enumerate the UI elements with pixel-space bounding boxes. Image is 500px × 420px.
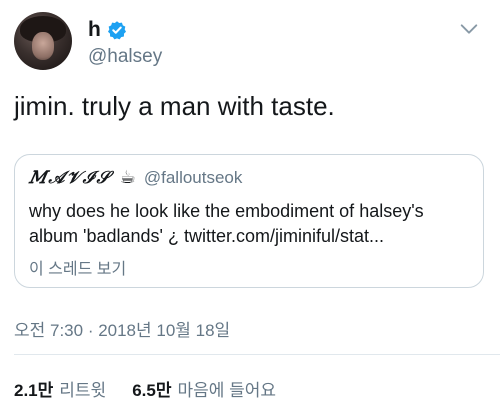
- likes-count: 6.5만: [132, 381, 172, 400]
- avatar-face: [32, 32, 54, 60]
- author-name-row: h: [88, 18, 127, 42]
- quoted-tweet-header: 𝑀𝒜𝒱ℐ𝒮 ☕ @falloutseok: [29, 167, 242, 188]
- retweets-count: 2.1만: [14, 381, 54, 400]
- retweets-label: 리트윗: [59, 381, 107, 400]
- likes-stat[interactable]: 6.5만 마음에 들어요: [132, 376, 276, 401]
- chevron-down-icon[interactable]: [458, 18, 480, 40]
- quoted-tweet-text: why does he look like the embodiment of …: [29, 201, 424, 246]
- verified-badge-icon: [107, 21, 126, 40]
- author-handle[interactable]: @halsey: [88, 46, 162, 68]
- quoted-tweet-card[interactable]: 𝑀𝒜𝒱ℐ𝒮 ☕ @falloutseok why does he look li…: [14, 154, 484, 288]
- tweet-header: h @halsey: [14, 12, 486, 70]
- quoted-display-name: 𝑀𝒜𝒱ℐ𝒮: [29, 167, 112, 188]
- tweet-timestamp[interactable]: 오전 7:30 · 2018년 10월 18일: [14, 316, 230, 341]
- likes-label: 마음에 들어요: [177, 381, 277, 400]
- avatar[interactable]: [14, 12, 72, 70]
- tweet-text: jimin. truly a man with taste.: [14, 91, 335, 121]
- retweets-stat[interactable]: 2.1만 리트윗: [14, 376, 106, 401]
- author-display-name[interactable]: h: [88, 18, 101, 42]
- quoted-handle: @falloutseok: [143, 167, 243, 187]
- divider: [14, 354, 500, 355]
- show-thread-link[interactable]: 이 스레드 보기: [29, 255, 126, 279]
- coffee-emoji-icon: ☕: [119, 167, 136, 187]
- tweet-stats: 2.1만 리트윗 6.5만 마음에 들어요: [14, 376, 276, 401]
